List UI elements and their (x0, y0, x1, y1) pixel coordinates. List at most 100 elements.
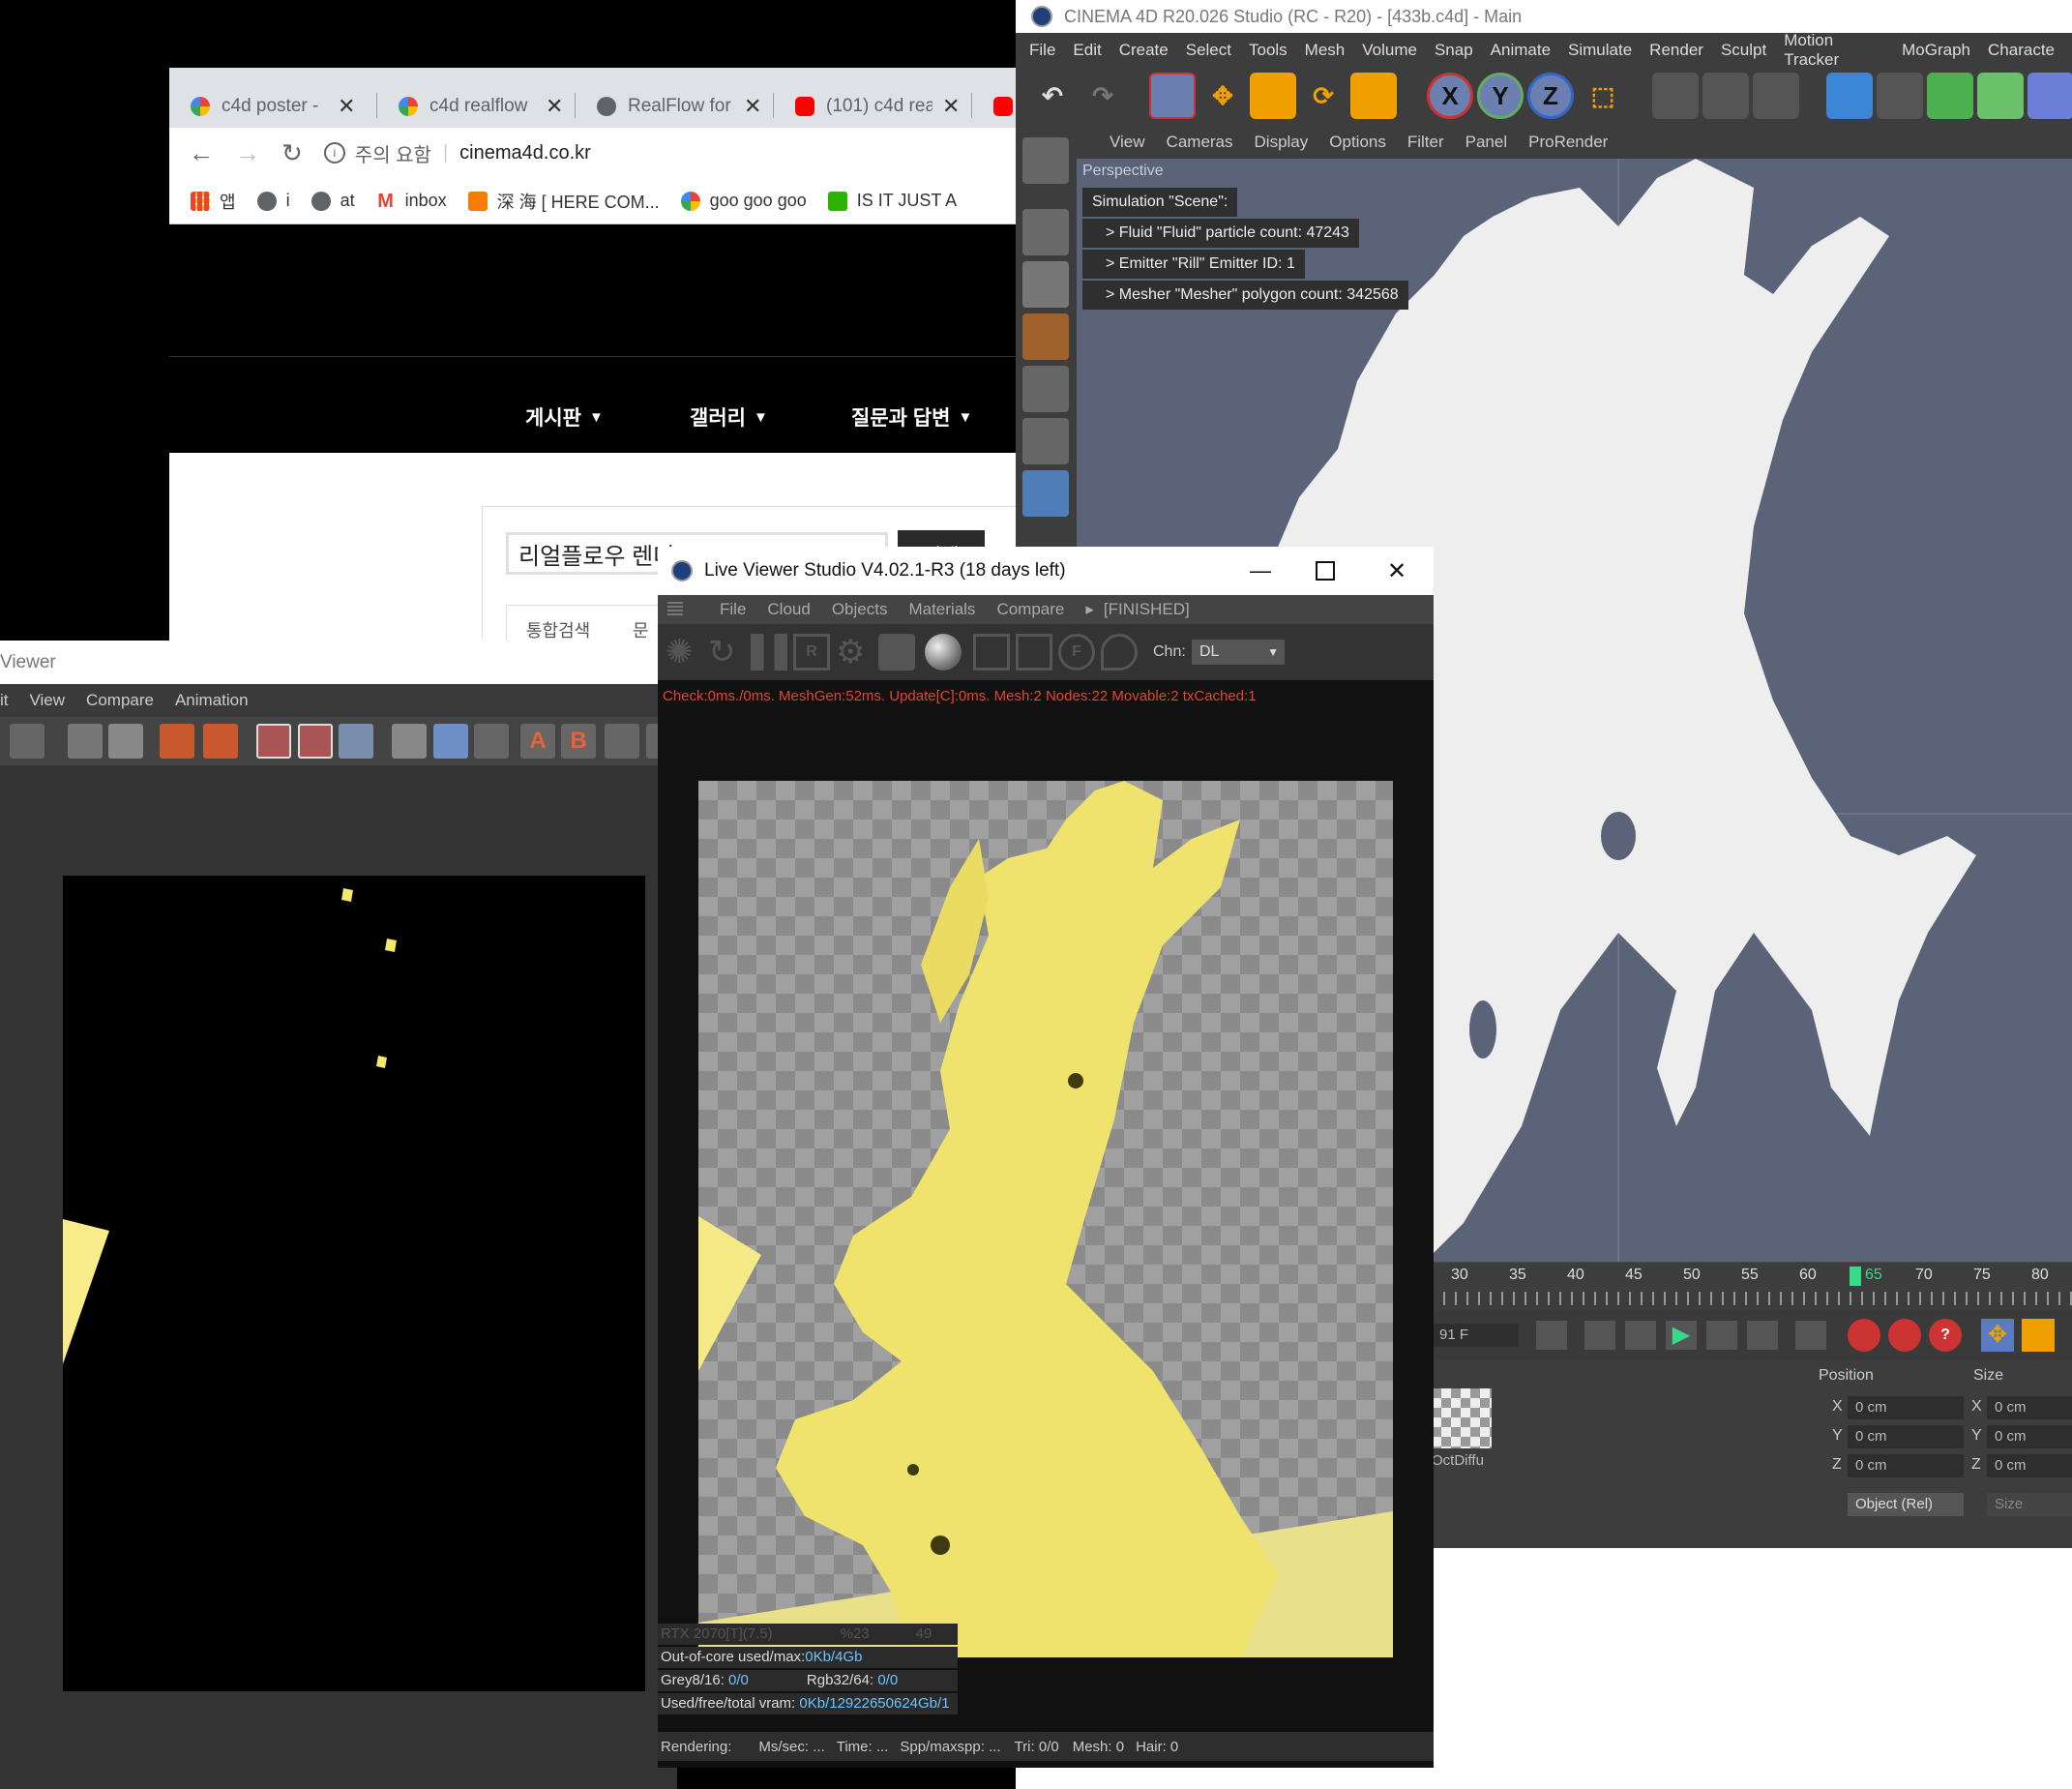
menu-mesh[interactable]: Mesh (1305, 41, 1346, 60)
view-menu-view[interactable]: View (1110, 133, 1145, 152)
grid-select-icon[interactable] (433, 724, 468, 759)
browser-tab[interactable]: (101) c4d rea ✕ (774, 85, 972, 128)
close-tab-icon[interactable]: ✕ (546, 94, 563, 119)
select-tool-icon[interactable] (1149, 73, 1196, 119)
ab-compare-icon[interactable] (392, 724, 427, 759)
set-b-icon[interactable]: B (561, 724, 596, 759)
cube-object-icon[interactable] (1826, 73, 1873, 119)
autokey-icon[interactable] (1888, 1319, 1921, 1352)
menu-mograph[interactable]: MoGraph (1902, 41, 1970, 60)
array-icon[interactable] (1977, 73, 2024, 119)
view-menu-filter[interactable]: Filter (1407, 133, 1444, 152)
next-frame-icon[interactable] (1706, 1321, 1737, 1350)
position-x-field[interactable]: 0 cm (1848, 1396, 1964, 1419)
render-settings-icon[interactable] (1753, 73, 1799, 119)
render-view-icon[interactable] (1652, 73, 1699, 119)
material-swatch-icon[interactable] (1432, 1388, 1492, 1448)
bookmark-item[interactable]: IS IT JUST A (827, 191, 957, 211)
bookmark-item[interactable]: Minbox (375, 191, 447, 211)
menu-create[interactable]: Create (1119, 41, 1169, 60)
texture-mode-icon[interactable] (1022, 261, 1069, 308)
menu-materials[interactable]: Materials (908, 600, 975, 619)
render-picture-viewer-icon[interactable] (1702, 73, 1749, 119)
reload-icon[interactable]: ↻ (281, 138, 303, 168)
view-menu-panel[interactable]: Panel (1465, 133, 1507, 152)
pen-spline-icon[interactable] (1877, 73, 1923, 119)
live-render-canvas[interactable] (698, 781, 1393, 1657)
user-icon[interactable] (108, 724, 143, 759)
menu-compare[interactable]: Compare (86, 691, 154, 710)
pause-icon[interactable] (751, 634, 787, 671)
menu-edit[interactable]: it (0, 691, 9, 710)
region-icon[interactable] (256, 724, 291, 759)
swap-icon[interactable] (605, 724, 639, 759)
film-region-icon[interactable] (1016, 634, 1052, 671)
menu-compare[interactable]: Compare (996, 600, 1064, 619)
points-mode-icon[interactable] (1022, 366, 1069, 412)
play-icon[interactable]: ▶ (1666, 1321, 1697, 1350)
browser-tab[interactable]: c4d realflow ✕ (377, 85, 576, 128)
bookmark-item[interactable]: 앱 (191, 189, 236, 214)
size-z-field[interactable]: 0 cm (1987, 1454, 2072, 1477)
nav-item-qna[interactable]: 질문과 답변 ▼ (851, 403, 972, 432)
view-menu-cameras[interactable]: Cameras (1167, 133, 1233, 152)
sphere-icon[interactable] (1022, 137, 1069, 184)
bookmark-item[interactable]: goo goo goo (680, 191, 807, 211)
workplane-icon[interactable] (1022, 313, 1069, 360)
maximize-icon[interactable] (1316, 561, 1335, 581)
size-x-field[interactable]: 0 cm (1987, 1396, 2072, 1419)
menu-objects[interactable]: Objects (832, 600, 888, 619)
browser-tab[interactable]: c4d poster - ✕ (169, 85, 377, 128)
model-mode-icon[interactable] (1022, 209, 1069, 255)
edges-mode-icon[interactable] (1022, 418, 1069, 464)
menu-sculpt[interactable]: Sculpt (1721, 41, 1766, 60)
ab-icon[interactable] (474, 724, 509, 759)
scale-tool-icon[interactable] (1250, 73, 1296, 119)
axis-x-button[interactable]: X (1427, 73, 1473, 119)
record-icon[interactable] (1848, 1319, 1880, 1352)
settings-gear-icon[interactable]: ⚙ (836, 634, 873, 671)
size-y-field[interactable]: 0 cm (1987, 1425, 2072, 1448)
keyframe-help-icon[interactable]: ? (1929, 1319, 1962, 1352)
timeline-ruler[interactable]: 30 35 40 45 50 55 60 65 70 75 80 (1432, 1263, 2072, 1311)
set-a-icon[interactable]: A (520, 724, 555, 759)
forward-arrow-icon[interactable]: → (235, 138, 260, 168)
minimize-icon[interactable]: — (1250, 558, 1271, 583)
send-scene-icon[interactable]: ✺ (666, 634, 702, 671)
view-menu-display[interactable]: Display (1255, 133, 1309, 152)
key-scale-icon[interactable] (2022, 1319, 2055, 1352)
menu-view[interactable]: View (30, 691, 66, 710)
restart-icon[interactable]: ↻ (708, 634, 745, 671)
undo-icon[interactable]: ↶ (1029, 73, 1076, 119)
menu-volume[interactable]: Volume (1362, 41, 1417, 60)
close-tab-icon[interactable]: ✕ (338, 94, 355, 119)
axis-z-button[interactable]: Z (1527, 73, 1574, 119)
menu-cloud[interactable]: Cloud (767, 600, 810, 619)
menu-motion-tracker[interactable]: Motion Tracker (1784, 31, 1884, 70)
close-tab-icon[interactable]: ✕ (942, 94, 960, 119)
menu-animation[interactable]: Animation (175, 691, 249, 710)
browser-tab[interactable]: RealFlow for ✕ (576, 85, 774, 128)
pin-icon[interactable] (1101, 634, 1138, 671)
menu-snap[interactable]: Snap (1435, 41, 1473, 60)
previous-key-icon[interactable] (1584, 1321, 1615, 1350)
lock-icon[interactable] (878, 634, 915, 671)
view-menu-prorender[interactable]: ProRender (1528, 133, 1608, 152)
menu-render[interactable]: Render (1649, 41, 1703, 60)
close-tab-icon[interactable]: ✕ (744, 94, 761, 119)
go-to-start-icon[interactable] (1536, 1321, 1567, 1350)
close-icon[interactable]: ✕ (1387, 557, 1406, 585)
move-tool-icon[interactable]: ✥ (1199, 73, 1246, 119)
view-menu-options[interactable]: Options (1329, 133, 1386, 152)
bookmark-item[interactable]: i (256, 191, 290, 211)
compare-icon[interactable] (339, 724, 373, 759)
menu-animate[interactable]: Animate (1491, 41, 1551, 60)
region-render-icon[interactable]: R (793, 634, 830, 671)
next-key-icon[interactable] (1747, 1321, 1778, 1350)
security-label[interactable]: 주의 요함 (355, 139, 431, 167)
size-mode-dropdown[interactable]: Size (1987, 1493, 2072, 1516)
key-position-icon[interactable]: ✥ (1981, 1319, 2014, 1352)
previous-frame-icon[interactable] (1625, 1321, 1656, 1350)
focus-picker-icon[interactable]: F (1058, 634, 1095, 671)
save-image-icon[interactable] (160, 724, 194, 759)
